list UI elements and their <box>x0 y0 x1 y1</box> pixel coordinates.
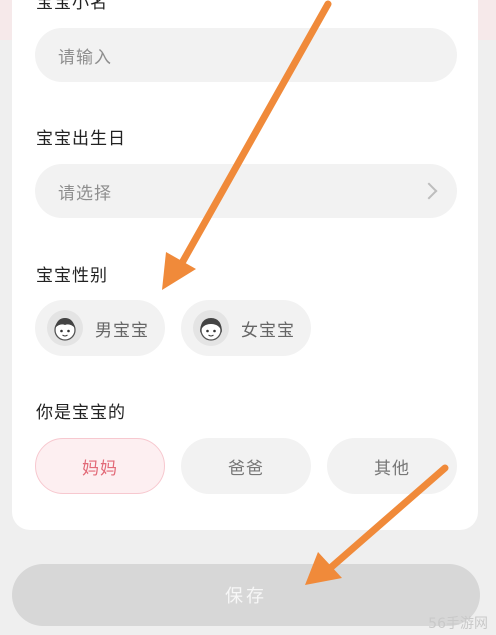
watermark: 56手游网 <box>428 616 488 632</box>
annotation-arrows <box>162 0 449 585</box>
arrow-to-save <box>305 464 449 585</box>
arrow-to-gender <box>162 0 332 290</box>
baby-profile-page: 宝宝小名 请输入 宝宝出生日 请选择 宝宝性别 男宝宝 女宝宝 你是宝宝的 妈妈… <box>0 0 496 635</box>
